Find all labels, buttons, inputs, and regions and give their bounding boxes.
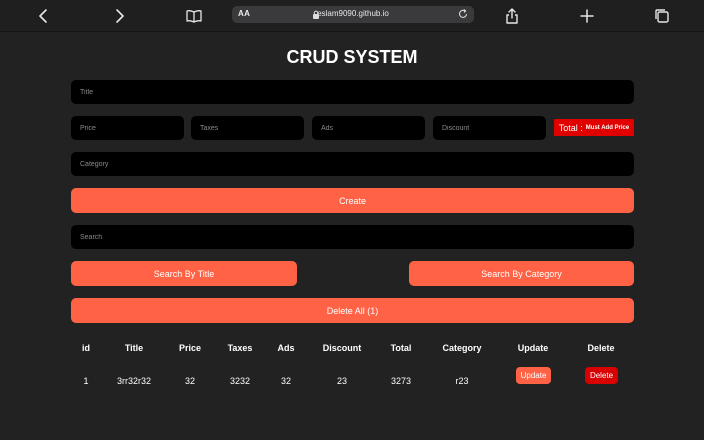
bookmarks-icon[interactable]	[185, 7, 203, 25]
tabs-overview-icon[interactable]	[653, 7, 671, 25]
forward-icon[interactable]	[110, 7, 128, 25]
table-header-total: Total	[390, 343, 412, 353]
address-bar[interactable]: AA eslam9090.github.io	[232, 6, 474, 23]
table-header-discount: Discount	[322, 343, 362, 353]
browser-toolbar: AA eslam9090.github.io	[0, 0, 704, 32]
cell-ads: 32	[280, 376, 291, 386]
search-by-title-button[interactable]: Search By Title	[71, 261, 297, 286]
delete-button[interactable]: Delete	[585, 367, 618, 384]
share-icon[interactable]	[503, 7, 521, 25]
search-input[interactable]	[71, 225, 634, 249]
table-header-category: Category	[442, 343, 482, 353]
table-header-title: Title	[124, 343, 144, 353]
new-tab-icon[interactable]	[578, 7, 596, 25]
title-input[interactable]	[71, 80, 634, 104]
ads-input[interactable]	[312, 116, 425, 140]
total-message: Must Add Price	[585, 124, 630, 131]
cell-discount: 23	[336, 376, 347, 386]
category-input[interactable]	[71, 152, 634, 176]
create-button[interactable]: Create	[71, 188, 634, 213]
back-icon[interactable]	[35, 7, 53, 25]
url-text: eslam9090.github.io	[317, 9, 389, 18]
reload-icon[interactable]	[457, 8, 469, 20]
table-header-update: Update	[517, 343, 549, 353]
total-label: Total :	[558, 122, 583, 133]
price-input[interactable]	[71, 116, 184, 140]
total-badge: Total : Must Add Price	[554, 119, 634, 136]
search-by-category-button[interactable]: Search By Category	[409, 261, 634, 286]
delete-all-button[interactable]: Delete All (1)	[71, 298, 634, 323]
table-header-ads: Ads	[277, 343, 295, 353]
cell-category: r23	[455, 376, 469, 386]
cell-title: 3rr32r32	[116, 376, 152, 386]
discount-input[interactable]	[433, 116, 546, 140]
table-header-delete: Delete	[587, 343, 615, 353]
cell-total: 3273	[390, 376, 412, 386]
page-title: CRUD SYSTEM	[286, 47, 418, 67]
taxes-input[interactable]	[191, 116, 304, 140]
update-button[interactable]: Update	[516, 367, 551, 384]
